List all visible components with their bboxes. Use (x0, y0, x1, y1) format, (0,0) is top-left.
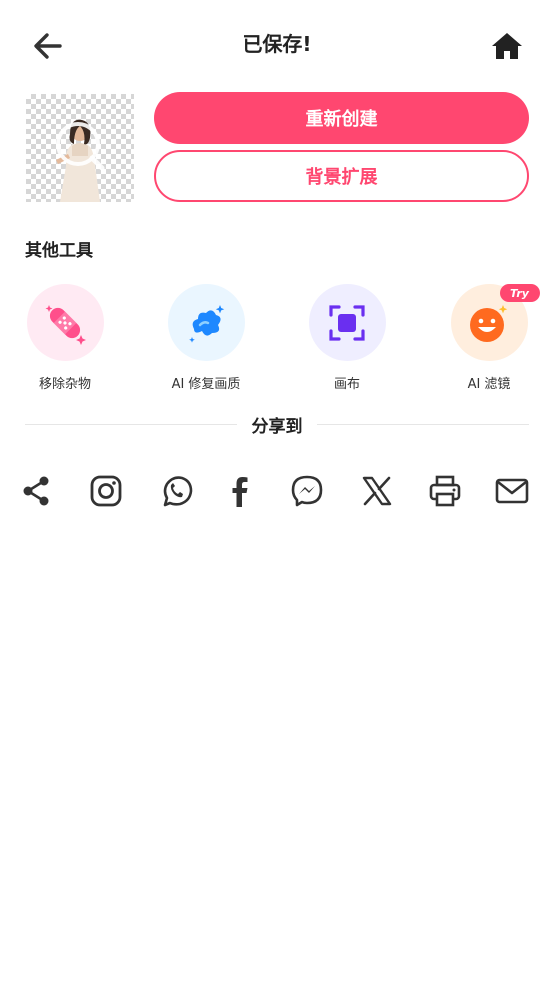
tool-canvas[interactable]: 画布 (287, 284, 407, 392)
share-messenger-button[interactable] (289, 473, 325, 509)
home-button[interactable] (489, 28, 525, 64)
share-x-button[interactable] (359, 473, 395, 509)
page-title: 已保存! (242, 32, 312, 56)
tool-label: AI 修复画质 (171, 377, 241, 392)
mail-icon (495, 478, 529, 504)
tool-ai-repair[interactable]: AI 修复画质 (146, 284, 266, 392)
bandage-icon (45, 304, 86, 345)
tool-label: 移除杂物 (38, 377, 91, 392)
tool-remove-objects[interactable]: 移除杂物 (5, 284, 125, 392)
tool-icon-circle: Try (450, 284, 540, 361)
facebook-icon (232, 477, 248, 507)
share-print-button[interactable] (427, 473, 463, 509)
tool-label: AI 滤镜 (467, 377, 511, 392)
share-whatsapp-button[interactable] (158, 473, 194, 509)
repair-sparkle-icon (189, 304, 225, 343)
whatsapp-icon (163, 476, 193, 507)
woman-in-dress-image (56, 119, 105, 202)
share-instagram-button[interactable] (88, 473, 124, 509)
share-mail-button[interactable] (494, 473, 530, 509)
tool-label: 画布 (333, 377, 360, 392)
background-expand-button[interactable]: 背景扩展 (154, 150, 529, 202)
share-more-button[interactable] (18, 473, 54, 509)
try-badge: Try (499, 284, 540, 302)
share-icon (23, 476, 49, 506)
tool-icon-circle (167, 284, 245, 361)
canvas-frame-icon (329, 304, 365, 341)
home-icon (492, 33, 522, 59)
smiley-filter-icon (470, 304, 508, 342)
tool-ai-filter[interactable]: Try AI 滤镜 (429, 284, 549, 392)
tool-icon-circle (308, 284, 386, 361)
print-icon (429, 475, 461, 507)
tool-icon-circle (26, 284, 104, 361)
divider-right (317, 424, 529, 425)
recreate-button[interactable]: 重新创建 (154, 92, 529, 144)
saved-image-thumbnail[interactable] (26, 94, 134, 202)
messenger-icon (291, 475, 323, 507)
other-tools-title: 其他工具 (25, 241, 93, 261)
x-icon (362, 476, 392, 506)
instagram-icon (90, 475, 122, 507)
share-facebook-button[interactable] (222, 473, 258, 509)
